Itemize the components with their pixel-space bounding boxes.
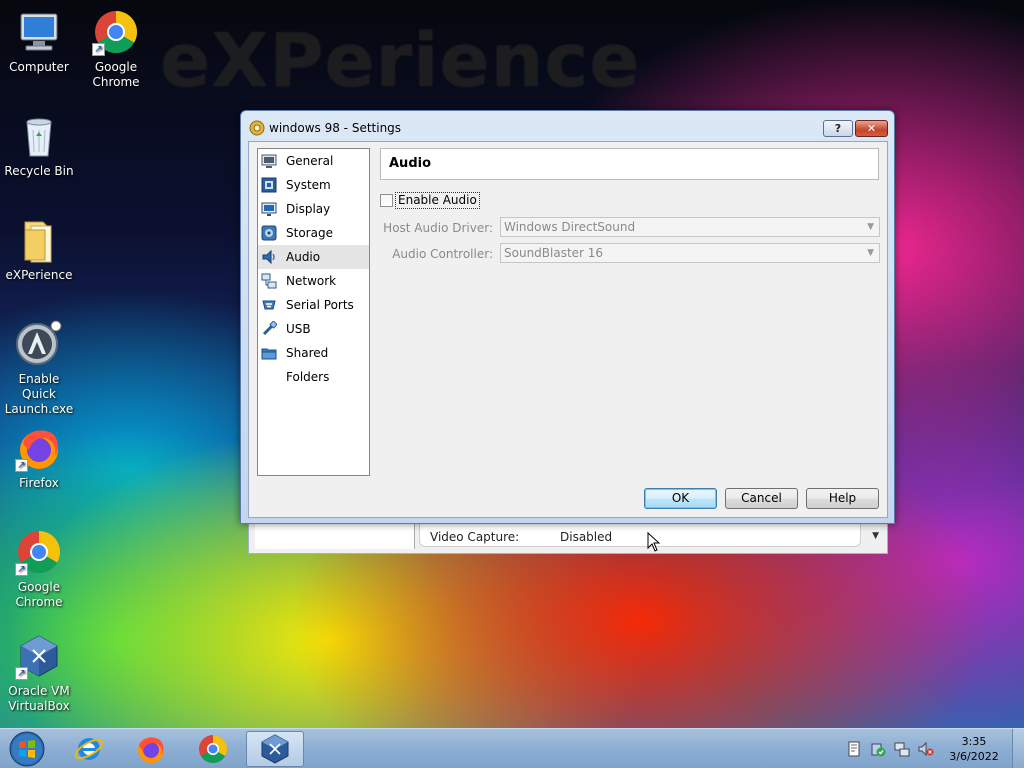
host-audio-driver-select[interactable]: Windows DirectSound ▼: [500, 217, 880, 237]
category-shared-folders[interactable]: Shared Folders: [258, 341, 369, 384]
category-label: General: [286, 154, 334, 168]
dialog-client-area: General System Display Storage Audio Net…: [248, 141, 888, 518]
taskbar-virtualbox[interactable]: [246, 731, 304, 767]
desktop-icon-recycle-bin[interactable]: Recycle Bin: [0, 112, 78, 179]
title-close-button[interactable]: ✕: [855, 120, 888, 137]
category-label: Display: [286, 202, 331, 216]
category-label: USB: [286, 322, 311, 336]
audio-controller-value: SoundBlaster 16: [504, 246, 604, 260]
desktop-icon-quick-launch[interactable]: Enable Quick Launch.exe: [0, 320, 78, 417]
chevron-down-icon: ▼: [867, 222, 874, 232]
desktop-icon-experience-folder[interactable]: eXPerience: [0, 216, 78, 283]
quick-launch-icon: [15, 320, 63, 368]
desktop-icon-virtualbox[interactable]: ↗ Oracle VM VirtualBox: [0, 632, 78, 714]
computer-icon: [15, 8, 63, 56]
folder-icon: [15, 216, 63, 264]
category-general[interactable]: General: [258, 149, 369, 173]
chrome-icon: [199, 735, 227, 763]
audio-controller-label: Audio Controller:: [392, 247, 493, 261]
ok-button[interactable]: OK: [644, 488, 717, 509]
recycle-bin-icon: [15, 112, 63, 160]
serial-ports-icon: [262, 300, 276, 310]
dialog-title: windows 98 - Settings: [269, 121, 402, 135]
desktop-icon-chrome-2[interactable]: ↗ Google Chrome: [0, 528, 78, 610]
vm-details-panel: Video Capture: Disabled: [419, 521, 861, 547]
firefox-icon: ↗: [15, 424, 63, 472]
taskbar-internet-explorer[interactable]: [60, 731, 118, 767]
audio-controller-select[interactable]: SoundBlaster 16 ▼: [500, 243, 880, 263]
category-display[interactable]: Display: [258, 197, 369, 221]
taskbar-firefox[interactable]: [122, 731, 180, 767]
mouse-cursor-icon: [647, 532, 661, 552]
windows-logo-icon: [9, 731, 45, 767]
wallpaper-watermark: eXPerience: [160, 18, 641, 104]
enable-audio-label[interactable]: Enable Audio: [395, 192, 480, 209]
start-button[interactable]: [4, 730, 50, 768]
scroll-down-arrow-icon[interactable]: ▼: [872, 531, 879, 541]
shared-folders-icon: [261, 348, 277, 360]
category-label: Serial Ports: [286, 298, 354, 312]
settings-dialog: windows 98 - Settings ? ✕ General System…: [240, 110, 895, 524]
volume-muted-icon[interactable]: [918, 741, 934, 757]
video-capture-value: Disabled: [560, 530, 613, 544]
desktop-icon-label: Enable Quick Launch.exe: [4, 372, 74, 416]
category-network[interactable]: Network: [258, 269, 369, 293]
action-center-icon[interactable]: [846, 741, 862, 757]
video-capture-key: Video Capture:: [430, 530, 520, 544]
desktop-icon-firefox[interactable]: ↗ Firefox: [0, 424, 78, 491]
section-title: Audio: [380, 148, 879, 180]
category-label: System: [286, 178, 331, 192]
help-button[interactable]: Help: [806, 488, 879, 509]
virtualbox-icon: ↗: [15, 632, 63, 680]
internet-explorer-icon: [74, 738, 104, 760]
show-desktop-button[interactable]: [1012, 729, 1024, 768]
dialog-titlebar[interactable]: windows 98 - Settings ? ✕: [241, 111, 894, 141]
system-icon: [261, 177, 277, 193]
desktop-icon-computer[interactable]: Computer: [0, 8, 78, 75]
display-icon: [261, 202, 277, 216]
host-audio-driver-value: Windows DirectSound: [504, 220, 636, 234]
taskbar: 3:35 3/6/2022: [0, 728, 1024, 768]
network-tray-icon[interactable]: [894, 741, 910, 757]
desktop-icon-label: eXPerience: [5, 268, 73, 282]
security-check-icon[interactable]: [870, 741, 886, 757]
category-usb[interactable]: USB: [258, 317, 369, 341]
taskbar-chrome[interactable]: [184, 731, 242, 767]
network-icon: [261, 273, 277, 289]
category-system[interactable]: System: [258, 173, 369, 197]
category-serial-ports[interactable]: Serial Ports: [258, 293, 369, 317]
clock-date: 3/6/2022: [949, 750, 999, 763]
category-label: Shared Folders: [286, 346, 330, 384]
desktop-icon-label: Computer: [9, 60, 69, 74]
desktop-icon-chrome[interactable]: ↗ Google Chrome: [77, 8, 155, 90]
audio-icon: [262, 249, 275, 265]
desktop-icon-label: Recycle Bin: [4, 164, 74, 178]
vm-list-pane: [255, 521, 415, 549]
desktop-icon-label: Oracle VM VirtualBox: [8, 684, 70, 713]
firefox-icon: [138, 737, 164, 763]
desktop-icon-label: Google Chrome: [15, 580, 63, 609]
enable-audio-checkbox[interactable]: [380, 194, 393, 207]
chrome-icon: ↗: [92, 8, 140, 56]
clock-time: 3:35: [961, 735, 987, 748]
chevron-down-icon: ▼: [867, 248, 874, 258]
settings-category-list: General System Display Storage Audio Net…: [257, 148, 370, 476]
usb-icon: [262, 321, 277, 336]
general-icon: [261, 154, 277, 168]
desktop-icon-label: Google Chrome: [92, 60, 140, 89]
storage-icon: [261, 225, 277, 241]
settings-gear-icon: [249, 120, 265, 136]
title-help-button[interactable]: ?: [823, 120, 853, 137]
desktop-icon-label: Firefox: [19, 476, 59, 490]
cancel-button[interactable]: Cancel: [725, 488, 798, 509]
host-audio-driver-label: Host Audio Driver:: [383, 221, 493, 235]
virtualbox-icon: [261, 734, 289, 764]
chrome-icon: ↗: [15, 528, 63, 576]
category-label: Network: [286, 274, 337, 288]
system-clock[interactable]: 3:35 3/6/2022: [944, 734, 1004, 764]
